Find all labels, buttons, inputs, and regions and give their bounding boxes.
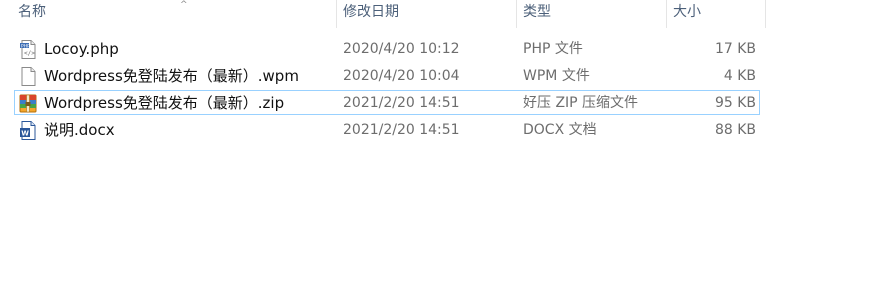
file-size: 4 KB [723, 68, 756, 84]
file-name: Wordpress免登陆发布（最新）.zip [44, 94, 285, 112]
column-header-type-label: 类型 [523, 4, 551, 20]
word-document-icon: W [19, 121, 37, 140]
svg-text:W: W [21, 129, 29, 137]
column-header-date[interactable]: 修改日期 [336, 0, 516, 28]
svg-text:PHP: PHP [21, 43, 30, 49]
blank-file-icon [19, 67, 37, 86]
file-size: 88 KB [714, 122, 756, 138]
php-file-icon: PHP </> [19, 40, 37, 59]
sort-ascending-icon: ^ [180, 0, 188, 10]
file-type: PHP 文件 [523, 41, 583, 57]
file-name: 说明.docx [44, 121, 115, 139]
column-header-size-label: 大小 [673, 4, 701, 20]
column-header-bar: 名称 ^ 修改日期 类型 大小 [0, 0, 766, 28]
file-row[interactable]: Wordpress免登陆发布（最新）.wpm 2020/4/20 10:04 W… [0, 63, 879, 90]
column-header-name[interactable]: 名称 ^ [12, 0, 336, 28]
file-row[interactable]: PHP </> Locoy.php 2020/4/20 10:12 PHP 文件… [0, 36, 879, 63]
file-name: Wordpress免登陆发布（最新）.wpm [44, 67, 299, 85]
file-modified-date: 2021/2/20 14:51 [343, 95, 460, 111]
file-row-selected[interactable]: Wordpress免登陆发布（最新）.zip 2021/2/20 14:51 好… [0, 90, 879, 117]
svg-text:</>: </> [24, 50, 35, 57]
column-header-type[interactable]: 类型 [516, 0, 666, 28]
file-type: 好压 ZIP 压缩文件 [523, 95, 639, 111]
file-row[interactable]: W 说明.docx 2021/2/20 14:51 DOCX 文档 88 KB [0, 117, 879, 144]
file-modified-date: 2021/2/20 14:51 [343, 122, 460, 138]
file-size: 17 KB [714, 41, 756, 57]
column-header-size[interactable]: 大小 [666, 0, 766, 28]
column-header-name-label: 名称 [18, 4, 46, 20]
file-type: DOCX 文档 [523, 122, 597, 138]
file-size: 95 KB [714, 95, 756, 111]
file-name: Locoy.php [44, 40, 119, 58]
file-type: WPM 文件 [523, 68, 590, 84]
zip-archive-icon [19, 94, 37, 113]
file-modified-date: 2020/4/20 10:04 [343, 68, 460, 84]
file-modified-date: 2020/4/20 10:12 [343, 41, 460, 57]
file-explorer: 名称 ^ 修改日期 类型 大小 PHP </> Locoy.php 2020/4… [0, 0, 879, 284]
column-header-date-label: 修改日期 [343, 4, 399, 20]
file-list: PHP </> Locoy.php 2020/4/20 10:12 PHP 文件… [0, 36, 879, 144]
